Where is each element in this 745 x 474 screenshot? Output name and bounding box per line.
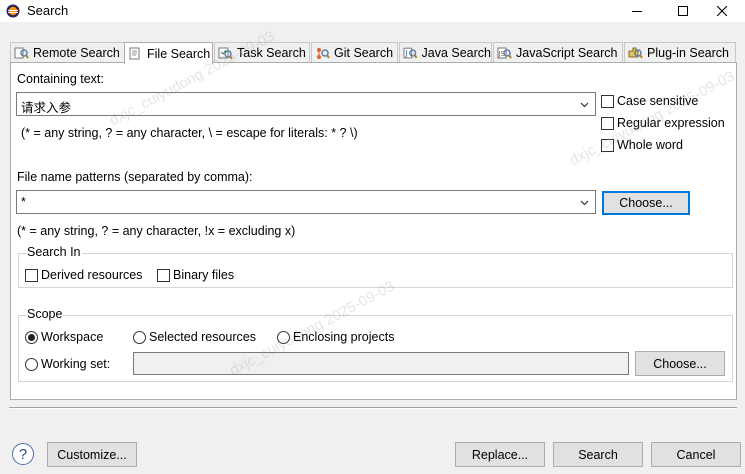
radio-button[interactable] xyxy=(277,330,290,344)
selected-resources-radio[interactable]: Selected resources xyxy=(133,330,256,344)
enclosing-projects-radio[interactable]: Enclosing projects xyxy=(277,330,394,344)
radio-button[interactable] xyxy=(25,357,38,371)
tab-label: Remote Search xyxy=(33,46,120,60)
task-search-icon xyxy=(218,47,233,60)
containing-text-hint: (* = any string, ? = any character, \ = … xyxy=(21,126,358,140)
whole-word-label: Whole word xyxy=(617,138,683,152)
git-search-icon xyxy=(317,47,330,59)
binary-files-checkbox[interactable]: Binary files xyxy=(157,268,234,282)
customize-button[interactable]: Customize... xyxy=(47,442,137,467)
checkbox-box[interactable] xyxy=(157,268,170,282)
workspace-radio[interactable]: Workspace xyxy=(25,330,103,344)
java-search-icon: J xyxy=(403,47,418,58)
tab-label: JavaScript Search xyxy=(516,46,618,60)
plugin-search-icon xyxy=(628,47,643,59)
regular-expression-checkbox[interactable]: Regular expression xyxy=(601,116,725,130)
workspace-label: Workspace xyxy=(41,330,104,344)
case-sensitive-checkbox[interactable]: Case sensitive xyxy=(601,94,698,108)
tab-label: Git Search xyxy=(334,46,394,60)
tab-label: Java Search xyxy=(421,46,491,60)
choose-patterns-button[interactable]: Choose... xyxy=(602,191,690,215)
tab-remote-search[interactable]: Remote Search xyxy=(10,42,125,63)
tab-file-search[interactable]: File Search xyxy=(124,42,213,64)
close-window-button[interactable] xyxy=(699,0,745,22)
tab-java-search[interactable]: J Java Search xyxy=(399,42,492,63)
working-set-label: Working set: xyxy=(41,357,111,371)
containing-text-combo[interactable]: 请求入参 xyxy=(16,92,596,116)
search-tabs: Remote Search File Search Task Search Gi… xyxy=(10,42,737,64)
file-search-icon xyxy=(129,47,140,60)
remote-search-icon xyxy=(14,47,29,59)
selected-resources-label: Selected resources xyxy=(149,330,257,344)
working-set-radio[interactable]: Working set: xyxy=(25,357,110,371)
tab-task-search[interactable]: Task Search xyxy=(214,42,310,63)
binary-files-label: Binary files xyxy=(173,268,235,282)
javascript-search-icon: JS xyxy=(497,47,512,59)
svg-text:J: J xyxy=(404,48,407,57)
chevron-down-icon[interactable] xyxy=(580,198,589,207)
checkbox-box[interactable] xyxy=(601,94,614,108)
cancel-button[interactable]: Cancel xyxy=(651,442,741,467)
file-name-patterns-label: File name patterns (separated by comma): xyxy=(17,170,253,184)
chevron-down-icon[interactable] xyxy=(580,100,589,109)
tab-plugin-search[interactable]: Plug-in Search xyxy=(624,42,736,63)
whole-word-checkbox[interactable]: Whole word xyxy=(601,138,683,152)
containing-text-value: 请求入参 xyxy=(21,101,72,115)
checkbox-box[interactable] xyxy=(601,138,614,152)
enclosing-projects-label: Enclosing projects xyxy=(293,330,395,344)
tab-label: File Search xyxy=(147,46,211,61)
file-name-patterns-hint: (* = any string, ? = any character, !x =… xyxy=(17,224,296,238)
tab-javascript-search[interactable]: JS JavaScript Search xyxy=(493,42,623,63)
checkbox-box[interactable] xyxy=(25,268,38,282)
eclipse-app-icon xyxy=(6,4,20,18)
regular-expression-label: Regular expression xyxy=(617,116,725,130)
scope-title: Scope xyxy=(26,307,64,321)
window-title: Search xyxy=(27,3,69,18)
derived-resources-checkbox[interactable]: Derived resources xyxy=(25,268,142,282)
derived-resources-label: Derived resources xyxy=(41,268,143,282)
search-button[interactable]: Search xyxy=(553,442,643,467)
file-name-patterns-combo[interactable]: * xyxy=(16,190,596,214)
tab-label: Plug-in Search xyxy=(647,46,729,60)
minimize-button[interactable] xyxy=(614,0,660,22)
tab-git-search[interactable]: Git Search xyxy=(311,42,398,63)
maximize-icon xyxy=(678,6,688,16)
radio-button[interactable] xyxy=(25,330,38,344)
case-sensitive-label: Case sensitive xyxy=(617,94,699,108)
containing-text-label: Containing text: xyxy=(17,72,104,86)
checkbox-box[interactable] xyxy=(601,116,614,130)
help-icon[interactable]: ? xyxy=(12,443,34,465)
replace-button[interactable]: Replace... xyxy=(455,442,545,467)
working-set-field[interactable] xyxy=(133,352,629,375)
tab-label: Task Search xyxy=(237,46,306,60)
radio-button[interactable] xyxy=(133,330,146,344)
search-in-title: Search In xyxy=(26,245,82,259)
file-name-patterns-value: * xyxy=(21,195,26,209)
choose-working-set-button[interactable]: Choose... xyxy=(635,351,725,376)
footer-separator-highlight xyxy=(9,408,737,409)
minimize-icon xyxy=(632,11,642,12)
close-icon xyxy=(717,6,727,16)
